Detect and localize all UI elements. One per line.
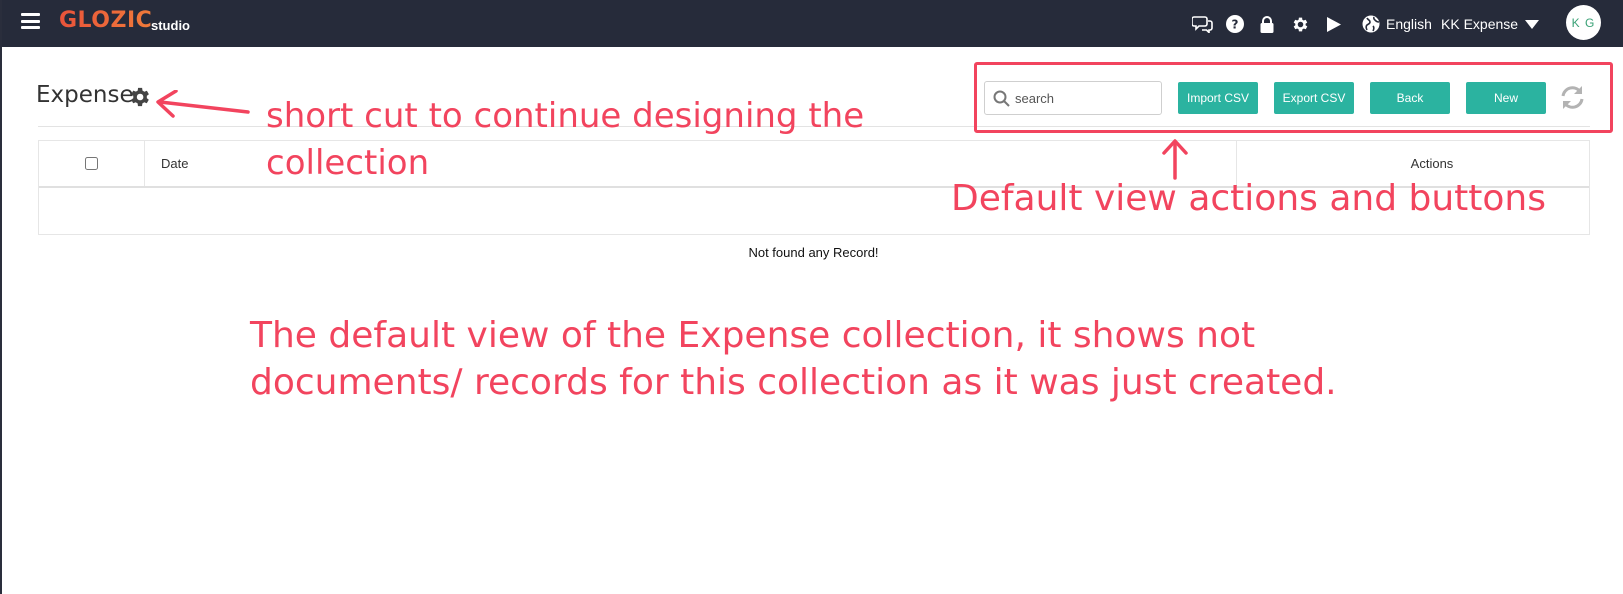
- app-logo[interactable]: GLOZIC: [59, 8, 152, 33]
- page-title: Expense: [36, 82, 134, 108]
- top-navbar: GLOZIC studio ? English KK Expense K G: [2, 0, 1623, 47]
- workspace-selector[interactable]: KK Expense: [1441, 13, 1540, 35]
- help-icon[interactable]: ?: [1224, 13, 1246, 35]
- chat-icon[interactable]: [1191, 13, 1213, 35]
- select-all-checkbox[interactable]: [85, 157, 98, 170]
- svg-text:?: ?: [1232, 18, 1239, 32]
- empty-state-message: Not found any Record!: [748, 245, 879, 260]
- globe-icon: [1362, 15, 1380, 33]
- annotation-toolbar-note: Default view actions and buttons: [951, 178, 1547, 219]
- workspace-label: KK Expense: [1441, 16, 1519, 32]
- annotation-shortcut-note: short cut to continue designing the coll…: [266, 96, 865, 183]
- play-icon[interactable]: [1323, 13, 1345, 35]
- avatar[interactable]: K G: [1566, 5, 1601, 40]
- annotation-arrow-left: [156, 90, 250, 118]
- caret-down-icon: [1525, 19, 1540, 29]
- gear-icon[interactable]: [1289, 13, 1311, 35]
- annotation-arrow-up: [1162, 139, 1188, 180]
- select-all-cell: [39, 141, 145, 186]
- annotation-highlight-box: [974, 62, 1613, 133]
- language-selector[interactable]: English: [1362, 13, 1432, 35]
- design-collection-gear-icon[interactable]: [129, 86, 151, 108]
- lock-icon[interactable]: [1256, 13, 1278, 35]
- annotation-view-note: The default view of the Expense collecti…: [250, 315, 1337, 403]
- menu-icon[interactable]: [21, 13, 40, 29]
- app-logo-subtitle: studio: [151, 18, 190, 33]
- language-label: English: [1386, 16, 1432, 32]
